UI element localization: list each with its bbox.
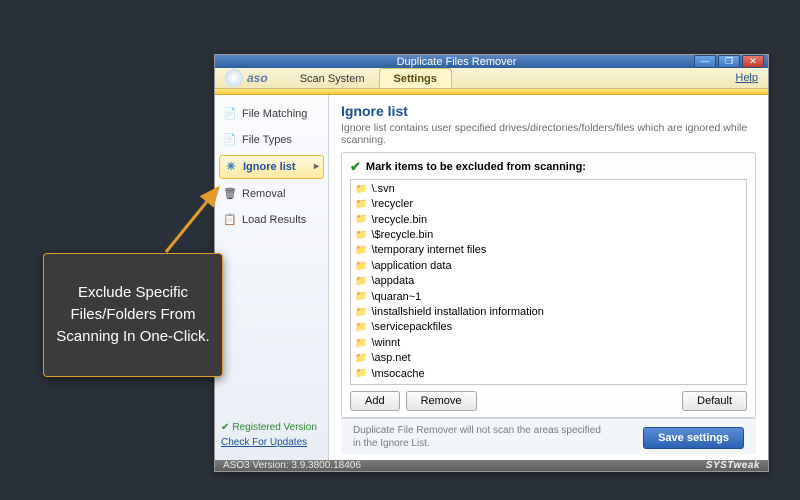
list-item[interactable]: 📁 \appdata bbox=[355, 274, 742, 289]
panel-buttons: Add Remove Default bbox=[350, 391, 747, 411]
list-item-path: \recycler bbox=[371, 197, 413, 212]
list-item[interactable]: 📁 \quaran~1 bbox=[355, 290, 742, 305]
save-settings-button[interactable]: Save settings bbox=[643, 427, 744, 449]
brand-text: aso bbox=[247, 71, 268, 85]
check-icon: ✔ bbox=[350, 159, 361, 175]
folder-icon: 📁 bbox=[355, 213, 367, 227]
tab-bar: aso Scan System Settings Help bbox=[215, 68, 768, 89]
folder-icon: 📁 bbox=[355, 306, 367, 320]
app-window: Duplicate Files Remover — ❐ ✕ aso Scan S… bbox=[214, 54, 769, 472]
folder-icon: 📁 bbox=[355, 367, 367, 381]
folder-icon: 📁 bbox=[355, 183, 367, 197]
sidebar-item-label: Ignore list bbox=[243, 161, 296, 173]
panel-heading: ✔ Mark items to be excluded from scannin… bbox=[350, 159, 747, 175]
minimize-button[interactable]: — bbox=[694, 55, 716, 68]
maximize-button[interactable]: ❐ bbox=[718, 55, 740, 68]
window-controls: — ❐ ✕ bbox=[694, 55, 764, 68]
folder-icon: 📁 bbox=[355, 275, 367, 289]
footer-note: Duplicate File Remover will not scan the… bbox=[353, 425, 601, 450]
panel-title-text: Mark items to be excluded from scanning: bbox=[366, 161, 586, 173]
list-item-path: \.svn bbox=[371, 182, 394, 197]
default-button[interactable]: Default bbox=[682, 391, 747, 411]
list-item[interactable]: 📁 \application data bbox=[355, 259, 742, 274]
folder-icon: 📁 bbox=[355, 244, 367, 258]
list-item-path: \asp.net bbox=[371, 351, 410, 366]
list-item[interactable]: 📁 \servicepackfiles bbox=[355, 320, 742, 335]
list-item[interactable]: 📁 \installshield installation information bbox=[355, 305, 742, 320]
folder-icon: 📁 bbox=[355, 337, 367, 351]
file-icon: 📄 bbox=[223, 107, 237, 121]
folder-icon: 📁 bbox=[355, 260, 367, 274]
version-text: ASO3 Version: 3.9.3800.18406 bbox=[223, 460, 361, 471]
registered-label: Registered Version bbox=[232, 422, 317, 433]
list-item[interactable]: 📁 \temporary internet files bbox=[355, 243, 742, 258]
spacer bbox=[483, 391, 677, 411]
main-region: 📄 File Matching 📄 File Types ✳ Ignore li… bbox=[215, 95, 768, 460]
list-item-path: \installshield installation information bbox=[371, 305, 543, 320]
list-item-path: \recycle.bin bbox=[371, 213, 427, 228]
sidebar-item-removal[interactable]: 🗑 Removal bbox=[219, 183, 324, 205]
annotation-callout: Exclude Specific Files/Folders From Scan… bbox=[43, 253, 223, 377]
file-icon: 📄 bbox=[223, 133, 237, 147]
sidebar-item-file-types[interactable]: 📄 File Types bbox=[219, 129, 324, 151]
sidebar-item-ignore-list[interactable]: ✳ Ignore list bbox=[219, 155, 324, 179]
settings-sidebar: 📄 File Matching 📄 File Types ✳ Ignore li… bbox=[215, 95, 329, 460]
list-item-path: \msocache bbox=[371, 367, 424, 382]
list-item-path: \temporary internet files bbox=[371, 243, 486, 258]
content-footer: Duplicate File Remover will not scan the… bbox=[341, 418, 756, 454]
ignore-panel: ✔ Mark items to be excluded from scannin… bbox=[341, 152, 756, 418]
settings-icon: ✳ bbox=[224, 160, 238, 174]
content-pane: Ignore list Ignore list contains user sp… bbox=[329, 95, 768, 460]
list-item[interactable]: 📁 \$recycle.bin bbox=[355, 228, 742, 243]
vendor-brand: SYSTweak bbox=[706, 460, 760, 471]
list-item-path: \servicepackfiles bbox=[371, 320, 452, 335]
folder-icon: 📁 bbox=[355, 229, 367, 243]
folder-icon: 📁 bbox=[355, 352, 367, 366]
tab-settings[interactable]: Settings bbox=[379, 68, 452, 88]
list-item-path: \quaran~1 bbox=[371, 290, 421, 305]
check-updates-link[interactable]: Check For Updates bbox=[221, 437, 322, 448]
sidebar-item-load-results[interactable]: 📋 Load Results bbox=[219, 209, 324, 231]
list-item-path: \appdata bbox=[371, 274, 414, 289]
page-description: Ignore list contains user specified driv… bbox=[341, 122, 756, 146]
ignore-listbox[interactable]: 📁 \.svn 📁 \recycler 📁 \recycle.bin 📁 \$recycle.… bbox=[350, 179, 747, 385]
brand-logo-icon bbox=[225, 69, 243, 87]
sidebar-footer: ✔ Registered Version Check For Updates bbox=[219, 418, 324, 452]
sidebar-item-label: Removal bbox=[242, 188, 285, 200]
list-item-path: \winnt bbox=[371, 336, 400, 351]
footer-note-line2: in the Ignore List. bbox=[353, 438, 430, 449]
trash-icon: 🗑 bbox=[223, 187, 237, 201]
list-item[interactable]: 📁 \.svn bbox=[355, 182, 742, 197]
add-button[interactable]: Add bbox=[350, 391, 400, 411]
titlebar: Duplicate Files Remover — ❐ ✕ bbox=[215, 55, 768, 68]
list-icon: 📋 bbox=[223, 213, 237, 227]
list-item[interactable]: 📁 \asp.net bbox=[355, 351, 742, 366]
folder-icon: 📁 bbox=[355, 321, 367, 335]
sidebar-item-label: File Types bbox=[242, 134, 292, 146]
list-item[interactable]: 📁 \recycle.bin bbox=[355, 213, 742, 228]
page-title: Ignore list bbox=[341, 103, 756, 119]
sidebar-item-label: File Matching bbox=[242, 108, 307, 120]
close-button[interactable]: ✕ bbox=[742, 55, 764, 68]
window-title: Duplicate Files Remover bbox=[219, 56, 694, 68]
list-item[interactable]: 📁 \recycler bbox=[355, 197, 742, 212]
remove-button[interactable]: Remove bbox=[406, 391, 477, 411]
list-item-path: \$recycle.bin bbox=[371, 228, 433, 243]
sidebar-item-file-matching[interactable]: 📄 File Matching bbox=[219, 103, 324, 125]
list-item[interactable]: 📁 \winnt bbox=[355, 336, 742, 351]
folder-icon: 📁 bbox=[355, 290, 367, 304]
status-bar: ASO3 Version: 3.9.3800.18406 SYSTweak bbox=[215, 460, 768, 471]
registered-status: ✔ Registered Version bbox=[221, 422, 322, 433]
list-item-path: \application data bbox=[371, 259, 451, 274]
tab-scan-system[interactable]: Scan System bbox=[286, 69, 379, 88]
folder-icon: 📁 bbox=[355, 198, 367, 212]
sidebar-item-label: Load Results bbox=[242, 214, 306, 226]
list-item[interactable]: 📁 \msocache bbox=[355, 367, 742, 382]
footer-note-line1: Duplicate File Remover will not scan the… bbox=[353, 425, 601, 436]
check-icon: ✔ bbox=[221, 422, 229, 433]
help-link[interactable]: Help bbox=[735, 72, 758, 84]
